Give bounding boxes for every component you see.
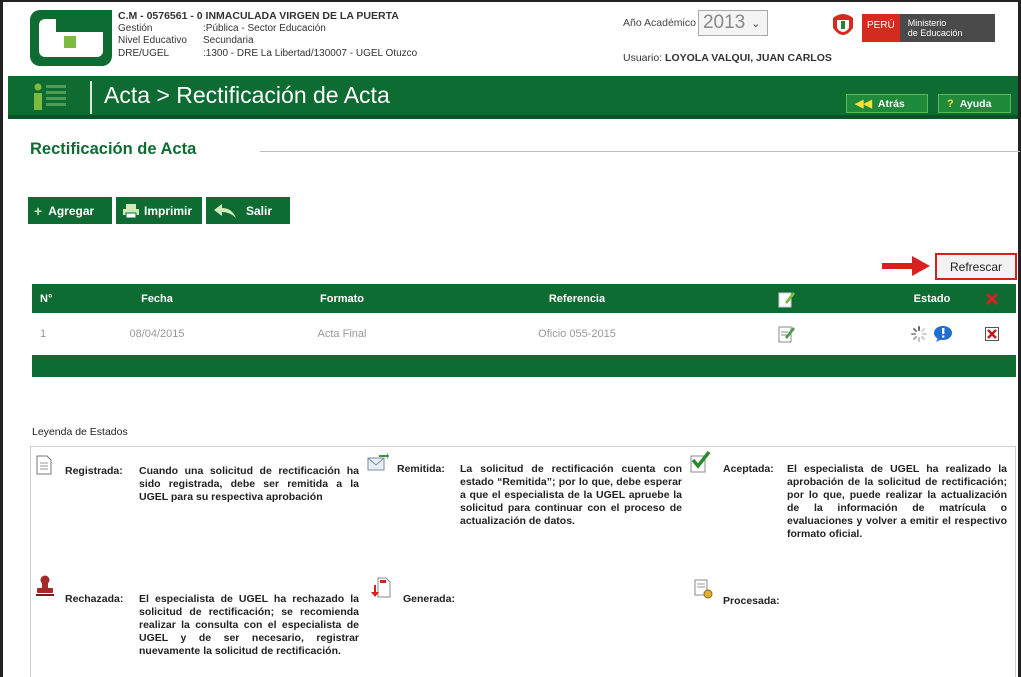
legend-item-generada: Generada: (371, 577, 671, 617)
legend-name: Rechazada: (65, 593, 124, 605)
legend-name: Procesada: (723, 595, 780, 607)
send-envelope-icon (367, 453, 389, 471)
header-estado: Estado (913, 292, 951, 305)
top-header: C.M - 0576561 - 0 INMACULADA VIRGEN DE L… (10, 4, 1016, 74)
user-label: Usuario: (623, 52, 663, 64)
header-referencia: Referencia (548, 292, 606, 305)
legend-box: Registrada: Cuando una solicitud de rect… (30, 446, 1016, 677)
back-button[interactable]: ◀◀ Atrás (846, 94, 928, 113)
year-select[interactable]: 2013 ⌄ (697, 10, 768, 36)
info-row-dre: DRE/UGEL:1300 - DRE La Libertad/130007 -… (118, 47, 418, 59)
red-arrow-icon (882, 256, 930, 276)
header-edit-icon (772, 284, 802, 313)
info-bubble-icon[interactable] (933, 325, 953, 343)
cell-number: 1 (40, 328, 47, 340)
school-info: C.M - 0576561 - 0 INMACULADA VIRGEN DE L… (118, 10, 417, 60)
year-value: 2013 (702, 12, 746, 33)
chevron-down-icon: ⌄ (751, 17, 761, 30)
section-title: Rectificación de Acta (30, 140, 197, 158)
cell-formato: Acta Final (317, 328, 367, 340)
header-fecha: Fecha (141, 292, 173, 305)
user-info: Usuario: LOYOLA VALQUI, JUAN CARLOS (623, 52, 832, 64)
help-button[interactable]: ? Ayuda (938, 94, 1011, 113)
legend-item-aceptada: Aceptada: El especialista de UGEL ha rea… (689, 451, 1011, 571)
page-title: Acta > Rectificación de Acta (104, 82, 390, 108)
refresh-button[interactable]: Refrescar (935, 253, 1017, 280)
legend-item-remitida: Remitida: La solicitud de rectificación … (367, 453, 687, 553)
student-list-icon (34, 83, 66, 110)
title-separator (90, 81, 92, 114)
edit-icon[interactable] (772, 313, 802, 355)
legend-desc: La solicitud de rectificación cuenta con… (460, 463, 682, 527)
peru-label: PERÚ (862, 14, 900, 42)
academic-year: Año Académico 2013 ⌄ (623, 10, 768, 36)
exit-arrow-icon (214, 203, 236, 218)
print-button[interactable]: Imprimir (116, 197, 202, 224)
cell-referencia: Oficio 055-2015 (538, 328, 616, 340)
legend-title: Leyenda de Estados (32, 426, 128, 438)
siagie-logo-icon (30, 10, 112, 66)
legend-name: Remitida: (397, 463, 445, 475)
ministry-logo: PERÚ Ministerio de Educación (862, 14, 995, 42)
legend-desc: El especialista de UGEL ha realizado la … (787, 463, 1007, 540)
header-number: N° (40, 292, 53, 305)
table-footer (32, 355, 1016, 377)
user-name: LOYOLA VALQUI, JUAN CARLOS (665, 52, 832, 64)
info-row-nivel: Nivel Educativo Secundaria (118, 35, 254, 46)
add-button[interactable]: + Agregar (28, 197, 112, 224)
section-divider (260, 151, 1020, 152)
back-arrows-icon: ◀◀ (855, 98, 872, 110)
legend-desc: El especialista de UGEL ha rechazado la … (139, 593, 359, 657)
legend-item-procesada: Procesada: (693, 579, 993, 619)
year-label: Año Académico (623, 17, 696, 29)
check-document-icon (690, 451, 711, 473)
pdf-download-icon (371, 577, 391, 598)
document-icon (36, 455, 52, 475)
delete-icon[interactable] (980, 313, 1004, 355)
legend-name: Aceptada: (723, 463, 774, 475)
question-icon: ? (947, 97, 954, 110)
table-row[interactable]: 1 08/04/2015 Acta Final Oficio 055-2015 (32, 313, 1016, 355)
legend-desc: Cuando una solicitud de rectificación ha… (139, 465, 359, 503)
table-header: N° Fecha Formato Referencia Estado (32, 284, 1016, 313)
cell-fecha: 08/04/2015 (129, 328, 185, 340)
stamp-icon (36, 575, 54, 596)
processed-document-icon (694, 579, 713, 599)
ministry-label: Ministerio de Educación (899, 14, 995, 42)
processing-spinner-icon (911, 326, 927, 342)
school-code-name: C.M - 0576561 - 0 INMACULADA VIRGEN DE L… (118, 10, 399, 22)
legend-name: Generada: (403, 593, 455, 605)
title-bar: Acta > Rectificación de Acta ◀◀ Atrás ? … (8, 76, 1018, 119)
estado-cell (902, 313, 962, 355)
header-delete-icon (980, 284, 1004, 313)
exit-button[interactable]: Salir (206, 197, 290, 224)
header-formato: Formato (320, 292, 364, 305)
printer-icon (123, 203, 139, 218)
rectification-table: N° Fecha Formato Referencia Estado 1 08/… (32, 284, 1016, 377)
legend-item-rechazada: Rechazada: El especialista de UGEL ha re… (35, 575, 367, 675)
info-row-gestion: Gestión:Pública - Sector Educación (118, 22, 326, 34)
plus-icon: + (34, 202, 43, 219)
legend-item-registrada: Registrada: Cuando una solicitud de rect… (35, 455, 365, 535)
peru-crest-icon (833, 14, 853, 35)
legend-name: Registrada: (65, 465, 123, 477)
